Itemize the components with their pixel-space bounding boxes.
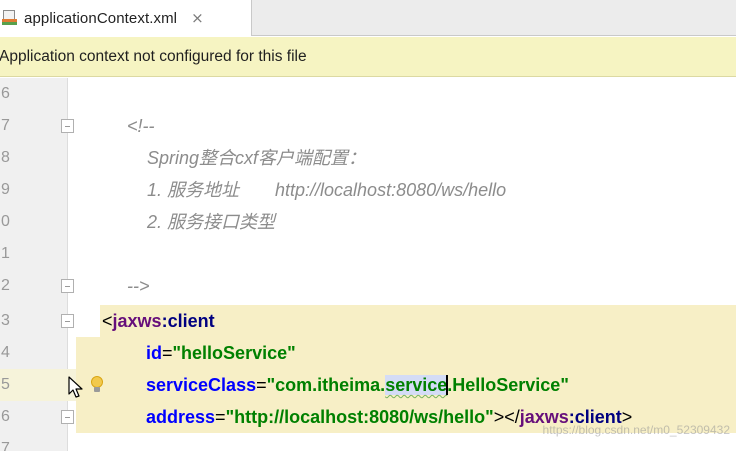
code-line: 8 Spring整合cxf客户端配置： — [0, 142, 736, 174]
attr-value-suffix: .HelloService" — [447, 375, 569, 395]
attribute-serviceclass: serviceClass="com.itheima.service.HelloS… — [146, 369, 569, 401]
tab-title: applicationContext.xml — [24, 9, 178, 27]
attr-value-selected: service — [385, 375, 448, 395]
code-line: 1 — [0, 238, 736, 270]
tag-close-bracket: ></ — [493, 407, 520, 427]
code-line: 4 id="helloService" — [0, 337, 736, 369]
attribute-id: id="helloService" — [146, 337, 296, 369]
line-number: 6 — [1, 408, 10, 425]
watermark: https://blog.csdn.net/m0_52309432 — [542, 423, 730, 437]
attr-name: address — [146, 407, 216, 427]
line-number: 4 — [1, 344, 10, 361]
comment-text: Spring整合cxf客户端配置： — [147, 148, 367, 168]
mouse-pointer-icon — [68, 376, 83, 398]
fold-end-icon[interactable] — [61, 279, 74, 293]
close-icon[interactable]: × — [191, 10, 204, 26]
tag-bracket: < — [102, 311, 113, 331]
code-line: 3 <jaxws:client — [0, 305, 736, 337]
fold-toggle-icon[interactable] — [61, 119, 74, 133]
code-line: 0 2. 服务接口类型 — [0, 206, 736, 238]
tag-name: client — [167, 311, 215, 331]
code-line: 2 --> — [0, 270, 736, 302]
xml-file-icon — [2, 9, 18, 27]
equals-sign: = — [256, 375, 267, 395]
equals-sign: = — [162, 343, 173, 363]
comment-text: 2. 服务接口类型 — [147, 212, 276, 232]
line-number: 8 — [1, 149, 10, 166]
code-editor[interactable]: 6 7 <!-- 8 Spring整合cxf客户端配置： 9 1. 服务地址 h… — [0, 78, 736, 451]
tab-applicationcontext-xml[interactable]: applicationContext.xml × — [0, 0, 252, 36]
fold-end-icon[interactable] — [61, 410, 74, 424]
comment-close: --> — [127, 276, 150, 296]
line-number: 2 — [1, 277, 10, 294]
code-line: 7 <!-- — [0, 110, 736, 142]
tag-namespace: jaxws — [112, 311, 162, 331]
comment-url: http://localhost:8080/ws/hello — [275, 180, 507, 200]
comment-text: 1. 服务地址 — [147, 180, 240, 200]
attr-value: "http://localhost:8080/ws/hello" — [225, 407, 494, 427]
code-line: 6 — [0, 78, 736, 110]
equals-sign: = — [215, 407, 226, 427]
line-number: 0 — [1, 213, 10, 230]
line-number: 7 — [1, 117, 10, 134]
line-number: 6 — [1, 85, 10, 102]
lightbulb-icon[interactable] — [90, 376, 104, 393]
line-number: 3 — [1, 312, 10, 329]
line-number: 9 — [1, 181, 10, 198]
line-number: 1 — [1, 245, 10, 262]
fold-toggle-icon[interactable] — [61, 314, 74, 328]
attr-name: id — [146, 343, 162, 363]
banner-text: Application context not configured for t… — [0, 47, 307, 65]
attr-name: serviceClass — [146, 375, 257, 395]
attr-value: "helloService" — [172, 343, 296, 363]
comment-open: <!-- — [127, 116, 155, 136]
tag-open: <jaxws:client — [102, 305, 215, 337]
attr-value-prefix: "com.itheima. — [266, 375, 386, 395]
editor-tab-bar: applicationContext.xml × — [0, 0, 736, 36]
line-number: 7 — [1, 440, 10, 451]
code-line-current: 5 serviceClass="com.itheima.service.Hell… — [0, 369, 736, 401]
notification-banner: Application context not configured for t… — [0, 37, 736, 77]
code-line: 9 1. 服务地址 http://localhost:8080/ws/hello — [0, 174, 736, 206]
line-number: 5 — [1, 376, 10, 393]
